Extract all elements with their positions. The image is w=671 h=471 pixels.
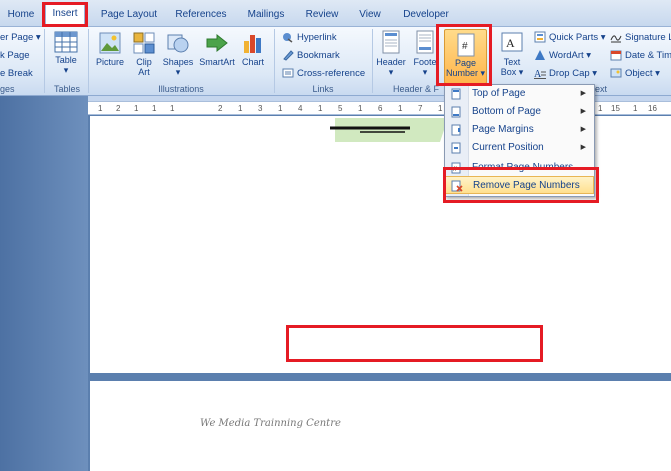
ruler-tick: 1 xyxy=(398,104,403,113)
signature-icon xyxy=(610,35,622,43)
group-separator xyxy=(88,29,89,93)
group-separator xyxy=(274,29,275,93)
group-label-pages: ges xyxy=(0,84,15,94)
ruler-tick: 1 xyxy=(98,104,103,113)
ruler-tick: 6 xyxy=(378,104,383,113)
ruler-tick: 2 xyxy=(116,104,121,113)
annotation-highlight-remove-page-numbers xyxy=(443,167,599,203)
ruler-tick: 1 xyxy=(318,104,323,113)
table-button[interactable]: Table ▾ xyxy=(50,29,82,81)
submenu-arrow-icon: ▶ xyxy=(580,126,586,133)
table-icon xyxy=(54,31,78,53)
page-break-button[interactable]: e Break xyxy=(0,66,33,82)
page-margins-icon xyxy=(451,124,461,136)
text-box-button[interactable]: A Text Box ▾ xyxy=(496,29,528,81)
page-separator xyxy=(88,373,671,381)
svg-text:A: A xyxy=(534,69,542,79)
current-position-icon xyxy=(451,142,461,154)
tab-mailings[interactable]: Mailings xyxy=(242,6,290,26)
menu-item-top-of-page[interactable]: Top of Page ▶ xyxy=(445,85,594,103)
left-margin-area xyxy=(0,96,88,471)
cover-page-button[interactable]: er Page ▾ xyxy=(0,30,41,46)
ruler-tick: 7 xyxy=(418,104,423,113)
footer-icon xyxy=(416,30,434,54)
picture-button[interactable]: Picture xyxy=(92,29,128,81)
ruler-tick: 1 xyxy=(152,104,157,113)
shapes-button[interactable]: Shapes ▾ xyxy=(160,29,196,81)
clip-art-button[interactable]: Clip Art xyxy=(130,29,158,81)
submenu-arrow-icon: ▶ xyxy=(580,144,586,151)
tab-page-layout[interactable]: Page Layout xyxy=(98,6,160,26)
ruler-tick: 1 xyxy=(278,104,283,113)
menu-item-current-position[interactable]: Current Position ▶ xyxy=(445,139,594,157)
tab-references[interactable]: References xyxy=(172,6,230,26)
submenu-arrow-icon: ▶ xyxy=(580,90,586,97)
cross-reference-button[interactable]: Cross-reference xyxy=(282,66,365,82)
tab-view[interactable]: View xyxy=(354,6,386,26)
svg-text:A: A xyxy=(506,36,515,50)
tab-developer[interactable]: Developer xyxy=(398,6,454,26)
tab-home[interactable]: Home xyxy=(4,6,38,26)
signature-line-button[interactable]: Signature L xyxy=(610,30,671,46)
group-label-links: Links xyxy=(312,84,334,94)
wordart-button[interactable]: WordArt ▾ xyxy=(534,48,591,64)
ruler-tick: 1 xyxy=(170,104,175,113)
smartart-icon xyxy=(206,33,228,53)
group-separator xyxy=(44,29,45,93)
ruler-tick: 1 xyxy=(598,104,603,113)
quick-parts-button[interactable]: Quick Parts ▾ xyxy=(534,30,606,46)
ruler-tick: 1 xyxy=(438,104,443,113)
ruler-tick: 1 xyxy=(134,104,139,113)
page-top-icon xyxy=(451,88,461,100)
hyperlink-icon xyxy=(283,33,293,44)
drop-cap-icon: A xyxy=(534,69,546,80)
ruler-tick: 4 xyxy=(298,104,303,113)
hyperlink-button[interactable]: Hyperlink xyxy=(282,30,337,46)
group-separator xyxy=(372,29,373,93)
ribbon-tabs-bar: Home Insert Page Layout References Maili… xyxy=(0,0,671,27)
ruler-tick: 1 xyxy=(633,104,638,113)
annotation-highlight-page-number xyxy=(436,24,492,86)
wordart-icon xyxy=(535,50,545,61)
chart-icon xyxy=(244,35,261,53)
submenu-arrow-icon: ▶ xyxy=(580,108,586,115)
date-time-button[interactable]: Date & Tim xyxy=(610,48,671,64)
tab-review[interactable]: Review xyxy=(302,6,342,26)
calendar-icon xyxy=(610,50,622,61)
group-label-illustrations: Illustrations xyxy=(158,84,204,94)
blank-page-button[interactable]: k Page xyxy=(0,48,30,64)
ruler-tick: 15 xyxy=(611,104,620,113)
annotation-highlight-footer-area xyxy=(286,325,543,362)
ruler-tick: 16 xyxy=(648,104,657,113)
bookmark-button[interactable]: Bookmark xyxy=(282,48,340,64)
ruler-tick: 1 xyxy=(358,104,363,113)
header-button[interactable]: Header ▾ xyxy=(374,29,408,81)
quick-parts-icon xyxy=(534,31,546,43)
cross-reference-icon xyxy=(282,68,294,78)
text-box-icon: A xyxy=(501,32,523,52)
shapes-icon xyxy=(167,34,189,53)
clip-art-icon xyxy=(133,32,155,54)
object-button[interactable]: Object ▾ xyxy=(610,66,660,82)
ruler-tick: 5 xyxy=(338,104,343,113)
document-page-footer-area[interactable]: We Media Trainning Centre xyxy=(90,381,671,471)
drop-cap-button[interactable]: A Drop Cap ▾ xyxy=(534,66,597,82)
group-label-tables: Tables xyxy=(53,84,80,94)
page-bottom-icon xyxy=(451,106,461,118)
bookmark-icon xyxy=(283,50,294,62)
header-icon xyxy=(382,30,400,54)
ruler-tick: 2 xyxy=(218,104,223,113)
chart-button[interactable]: Chart xyxy=(238,29,268,81)
object-icon xyxy=(610,68,622,78)
menu-item-page-margins[interactable]: Page Margins ▶ xyxy=(445,121,594,139)
ruler-tick: 1 xyxy=(238,104,243,113)
picture-icon xyxy=(99,32,121,54)
ruler-tick: 3 xyxy=(258,104,263,113)
annotation-highlight-insert-tab xyxy=(42,2,88,27)
menu-item-bottom-of-page[interactable]: Bottom of Page ▶ xyxy=(445,103,594,121)
document-shape xyxy=(330,118,448,142)
smartart-button[interactable]: SmartArt xyxy=(197,29,237,81)
footer-text: We Media Trainning Centre xyxy=(200,418,341,429)
